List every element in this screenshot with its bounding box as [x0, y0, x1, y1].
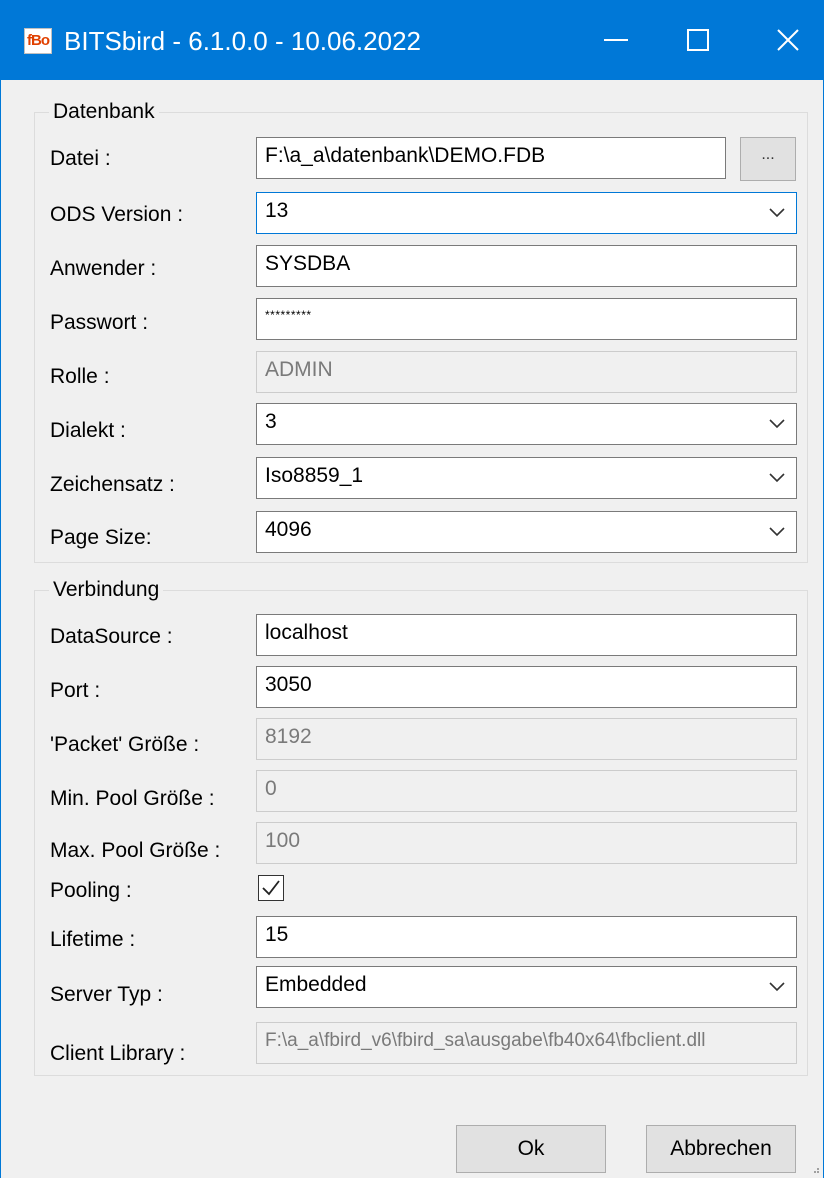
- cancel-button[interactable]: Abbrechen: [646, 1125, 796, 1173]
- lifetime-label: Lifetime :: [50, 928, 136, 951]
- minimize-icon: [604, 39, 628, 41]
- passwort-label: Passwort :: [50, 311, 149, 334]
- lifetime-input[interactable]: 15: [256, 916, 797, 958]
- title-bar[interactable]: fBo BITSbird - 6.1.0.0 - 10.06.2022: [0, 0, 824, 80]
- port-input[interactable]: 3050: [256, 666, 797, 708]
- zeichensatz-select[interactable]: Iso8859_1: [256, 457, 797, 499]
- client-library-label: Client Library :: [50, 1042, 186, 1065]
- close-button[interactable]: [742, 0, 824, 80]
- pooling-checkbox[interactable]: [258, 875, 284, 901]
- packet-groesse-input: 8192: [256, 718, 797, 760]
- port-label: Port :: [50, 679, 101, 702]
- packet-groesse-label: 'Packet' Größe :: [50, 733, 200, 756]
- anwender-label: Anwender :: [50, 257, 157, 280]
- verbindung-group-title: Verbindung: [49, 577, 164, 603]
- server-typ-select[interactable]: Embedded: [256, 966, 797, 1008]
- ods-version-label: ODS Version :: [50, 203, 184, 226]
- server-typ-label: Server Typ :: [50, 983, 163, 1006]
- checkmark-icon: [262, 880, 280, 896]
- max-pool-label: Max. Pool Größe :: [50, 839, 221, 862]
- page-size-label: Page Size:: [50, 526, 152, 549]
- zeichensatz-value: Iso8859_1: [265, 464, 364, 487]
- chevron-down-icon: [769, 419, 785, 429]
- window-title: BITSbird - 6.1.0.0 - 10.06.2022: [64, 26, 421, 56]
- maximize-icon: [687, 29, 709, 51]
- chevron-down-icon: [769, 208, 785, 218]
- page-size-value: 4096: [265, 518, 312, 541]
- dialekt-value: 3: [265, 410, 277, 433]
- rolle-input: ADMIN: [256, 351, 797, 393]
- ok-button[interactable]: Ok: [456, 1125, 606, 1173]
- datenbank-group-title: Datenbank: [49, 99, 159, 125]
- zeichensatz-label: Zeichensatz :: [50, 473, 175, 496]
- minimize-button[interactable]: [570, 0, 662, 80]
- window-frame-left: [0, 80, 1, 1178]
- browse-button[interactable]: ...: [740, 137, 796, 181]
- chevron-down-icon: [769, 527, 785, 537]
- dialekt-select[interactable]: 3: [256, 403, 797, 445]
- max-pool-input: 100: [256, 822, 797, 864]
- min-pool-label: Min. Pool Größe :: [50, 787, 215, 810]
- close-icon: [777, 29, 799, 51]
- server-typ-value: Embedded: [265, 973, 367, 996]
- min-pool-input: 0: [256, 770, 797, 812]
- datei-label: Datei :: [50, 147, 111, 170]
- maximize-button[interactable]: [652, 0, 744, 80]
- page-size-select[interactable]: 4096: [256, 511, 797, 553]
- datasource-input[interactable]: localhost: [256, 614, 797, 656]
- ods-version-value: 13: [265, 199, 289, 222]
- chevron-down-icon: [769, 982, 785, 992]
- client-library-input: F:\a_a\fbird_v6\fbird_sa\ausgabe\fb40x64…: [256, 1022, 797, 1064]
- ods-version-select[interactable]: 13: [256, 192, 797, 234]
- pooling-label: Pooling :: [50, 879, 132, 902]
- rolle-label: Rolle :: [50, 365, 110, 388]
- datasource-label: DataSource :: [50, 625, 173, 648]
- passwort-input[interactable]: *********: [256, 298, 797, 340]
- dialekt-label: Dialekt :: [50, 419, 126, 442]
- chevron-down-icon: [769, 473, 785, 483]
- resize-grip-icon[interactable]: [810, 1164, 820, 1174]
- anwender-input[interactable]: SYSDBA: [256, 245, 797, 287]
- app-icon: fBo: [24, 28, 52, 54]
- datei-input[interactable]: F:\a_a\datenbank\DEMO.FDB: [256, 137, 726, 179]
